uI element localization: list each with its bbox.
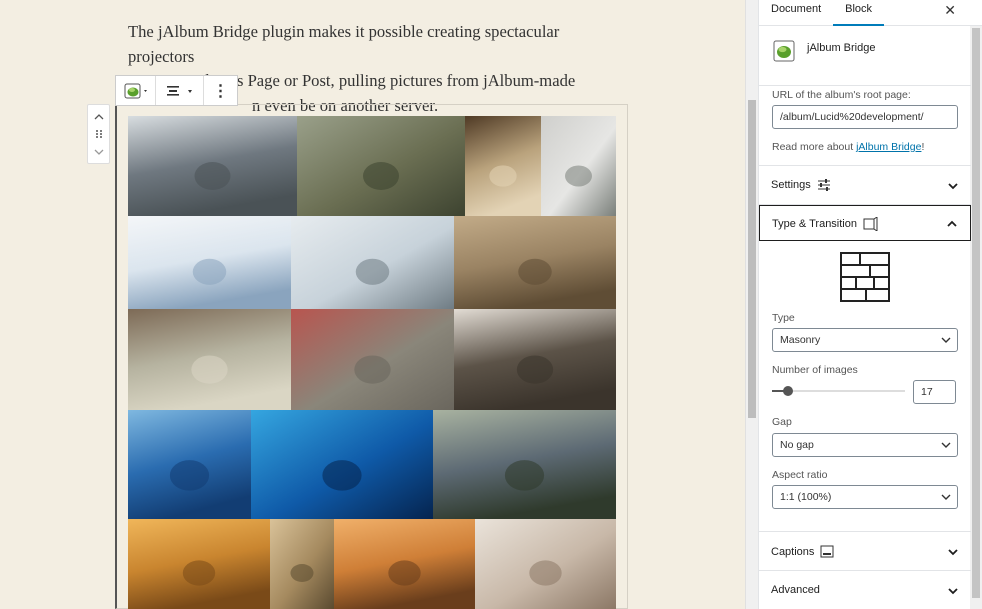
chevron-down-icon bbox=[941, 494, 951, 500]
drag-handle[interactable] bbox=[88, 125, 109, 143]
transition-icon bbox=[863, 217, 878, 231]
settings-title: Settings bbox=[771, 179, 811, 191]
photo-subject bbox=[290, 564, 314, 582]
gallery-photo-fawn-forest[interactable] bbox=[270, 519, 334, 609]
captions-header-row: Captions bbox=[771, 545, 834, 558]
editor-scrollbar[interactable] bbox=[745, 0, 758, 609]
url-input[interactable]: /album/Lucid%20development/ bbox=[772, 105, 958, 129]
type-label: Type bbox=[772, 312, 795, 324]
settings-panel-header[interactable]: Settings bbox=[759, 166, 971, 205]
align-center-icon bbox=[166, 85, 192, 96]
num-images-slider-thumb[interactable] bbox=[782, 386, 793, 396]
type-select-value: Masonry bbox=[780, 334, 821, 346]
block-mover bbox=[87, 104, 110, 164]
settings-header-row: Settings bbox=[771, 179, 831, 191]
chevron-up-icon bbox=[94, 113, 103, 119]
gap-label: Gap bbox=[772, 416, 792, 428]
type-transition-header[interactable]: Type & Transition bbox=[759, 205, 971, 241]
photo-subject bbox=[516, 355, 554, 384]
captions-panel-header[interactable]: Captions bbox=[759, 532, 971, 571]
photo-subject bbox=[504, 460, 545, 491]
read-more-text: Read more about jAlbum Bridge! bbox=[772, 141, 924, 153]
chevron-down-icon bbox=[948, 183, 958, 190]
sidebar-scrollbar[interactable] bbox=[970, 26, 982, 609]
chevron-down-icon bbox=[94, 149, 103, 155]
url-section: URL of the album's root page: /album/Luc… bbox=[759, 86, 971, 166]
advanced-header-row: Advanced bbox=[771, 584, 820, 596]
photo-subject bbox=[322, 460, 362, 491]
tab-document[interactable]: Document bbox=[759, 0, 833, 26]
sliders-icon bbox=[817, 179, 830, 191]
aspect-ratio-select[interactable]: 1:1 (100%) bbox=[772, 485, 958, 509]
chevron-up-icon bbox=[947, 220, 957, 227]
advanced-title: Advanced bbox=[771, 584, 820, 596]
paragraph-line: The jAlbum Bridge plugin makes it possib… bbox=[128, 22, 560, 66]
block-type-switcher[interactable] bbox=[116, 76, 156, 105]
photo-subject bbox=[565, 165, 592, 187]
photo-subject bbox=[182, 560, 216, 586]
block-card: jAlbum Bridge bbox=[759, 26, 971, 86]
drag-handle-icon bbox=[95, 130, 102, 138]
chevron-down-icon bbox=[948, 549, 958, 556]
editor-canvas: The jAlbum Bridge plugin makes it possib… bbox=[0, 0, 745, 609]
read-more-suffix: ! bbox=[921, 141, 925, 153]
more-options-button[interactable]: ⋮ bbox=[204, 76, 237, 105]
num-images-slider[interactable] bbox=[772, 386, 905, 396]
align-button[interactable] bbox=[156, 76, 204, 105]
photo-subject bbox=[194, 162, 231, 190]
num-images-input[interactable]: 17 bbox=[913, 380, 956, 404]
chevron-down-icon bbox=[941, 442, 951, 448]
photo-subject bbox=[489, 165, 517, 187]
chevron-down-icon bbox=[948, 588, 958, 595]
jalbum-logo-icon bbox=[773, 40, 795, 62]
gap-select[interactable]: No gap bbox=[772, 433, 958, 457]
masonry-gallery bbox=[128, 116, 616, 609]
type-transition-panel: Type & Transition Type Masonry Number of… bbox=[759, 205, 971, 532]
num-images-label: Number of images bbox=[772, 364, 858, 376]
block-card-title: jAlbum Bridge bbox=[807, 42, 876, 54]
jalbum-logo-icon bbox=[124, 83, 147, 98]
sidebar-tabs: Document Block ✕ bbox=[759, 0, 982, 26]
caption-icon bbox=[820, 545, 834, 558]
gap-select-value: No gap bbox=[780, 439, 814, 451]
sidebar-scrollbar-thumb[interactable] bbox=[972, 28, 980, 598]
block-toolbar: ⋮ bbox=[115, 75, 238, 106]
editor-scrollbar-thumb[interactable] bbox=[748, 100, 756, 418]
photo-subject bbox=[355, 258, 390, 285]
url-label: URL of the album's root page: bbox=[772, 89, 911, 101]
aspect-ratio-select-value: 1:1 (100%) bbox=[780, 491, 832, 503]
aspect-ratio-label: Aspect ratio bbox=[772, 469, 828, 481]
photo-subject bbox=[529, 560, 562, 586]
photo-subject bbox=[354, 355, 391, 384]
settings-sidebar: Document Block ✕ jAlbum Bridge URL of th… bbox=[758, 0, 982, 609]
read-more-prefix: Read more about bbox=[772, 141, 857, 153]
captions-title: Captions bbox=[771, 545, 815, 558]
photo-subject bbox=[518, 258, 552, 285]
tab-block[interactable]: Block bbox=[833, 0, 885, 26]
close-icon[interactable]: ✕ bbox=[944, 2, 956, 19]
move-down-button[interactable] bbox=[88, 143, 109, 161]
masonry-layout-icon bbox=[840, 252, 890, 302]
jalbum-bridge-link[interactable]: jAlbum Bridge bbox=[856, 141, 921, 153]
type-transition-title: Type & Transition bbox=[772, 218, 857, 230]
photo-subject bbox=[363, 162, 399, 190]
photo-subject bbox=[191, 355, 228, 384]
photo-subject bbox=[169, 460, 210, 491]
photo-subject bbox=[192, 258, 227, 285]
advanced-panel-header[interactable]: Advanced bbox=[759, 571, 971, 609]
photo-subject bbox=[388, 560, 421, 586]
type-transition-header-row: Type & Transition bbox=[772, 217, 879, 231]
move-up-button[interactable] bbox=[88, 107, 109, 125]
more-options-icon: ⋮ bbox=[212, 82, 229, 100]
chevron-down-icon bbox=[941, 337, 951, 343]
type-select[interactable]: Masonry bbox=[772, 328, 958, 352]
